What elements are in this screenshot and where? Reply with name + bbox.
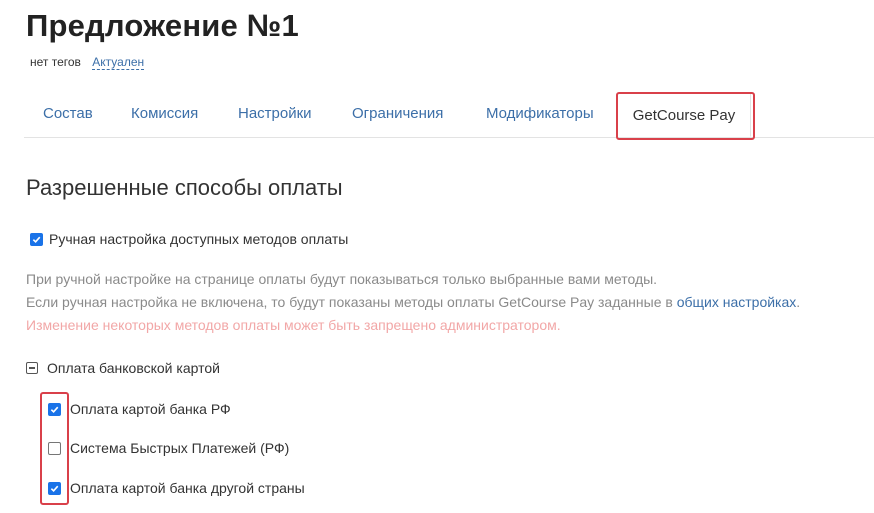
- help-line-2-end: .: [796, 294, 801, 310]
- manual-setup-label: Ручная настройка доступных методов оплат…: [49, 231, 349, 247]
- page-title: Предложение №1: [26, 8, 299, 43]
- manual-setup-row[interactable]: Ручная настройка доступных методов оплат…: [30, 231, 348, 247]
- checkmark-icon: [32, 236, 41, 243]
- tab-settings[interactable]: Настройки: [238, 105, 312, 122]
- checkmark-icon: [50, 406, 59, 413]
- method-checkbox-sbp[interactable]: [48, 441, 61, 455]
- tab-composition[interactable]: Состав: [43, 105, 93, 122]
- no-tags-label: нет тегов: [30, 55, 81, 69]
- method-row-rf-card[interactable]: Оплата картой банка РФ: [48, 401, 231, 417]
- bank-card-group-header[interactable]: Оплата банковской картой: [26, 360, 220, 376]
- help-text: При ручной настройке на странице оплаты …: [26, 268, 800, 337]
- method-row-sbp[interactable]: Система Быстрых Платежей (РФ): [48, 440, 289, 456]
- method-label-foreign-card: Оплата картой банка другой страны: [70, 480, 305, 496]
- help-line-2-text: Если ручная настройка не включена, то бу…: [26, 294, 677, 310]
- help-line-2: Если ручная настройка не включена, то бу…: [26, 291, 800, 314]
- method-checkbox-foreign-card[interactable]: [48, 481, 61, 495]
- manual-setup-checkbox[interactable]: [30, 232, 43, 246]
- checkmark-icon: [50, 485, 59, 492]
- tab-modifiers[interactable]: Модификаторы: [486, 105, 594, 122]
- method-checkbox-rf-card[interactable]: [48, 402, 61, 416]
- tab-bar: Состав Комиссия Настройки Ограничения Мо…: [24, 93, 874, 138]
- bank-card-group-label: Оплата банковской картой: [47, 360, 220, 376]
- method-label-sbp: Система Быстрых Платежей (РФ): [70, 440, 290, 456]
- tab-restrictions[interactable]: Ограничения: [352, 105, 443, 122]
- tab-getcourse-pay[interactable]: GetCourse Pay: [617, 93, 751, 137]
- status-link[interactable]: Актуален: [92, 55, 145, 70]
- general-settings-link[interactable]: общих настройках: [677, 294, 797, 310]
- method-label-rf-card: Оплата картой банка РФ: [70, 401, 231, 417]
- tags-row: нет тегов Актуален: [30, 55, 145, 70]
- help-line-1: При ручной настройке на странице оплаты …: [26, 271, 658, 287]
- tab-commission[interactable]: Комиссия: [131, 105, 198, 122]
- admin-warning: Изменение некоторых методов оплаты может…: [26, 317, 561, 333]
- method-row-foreign-card[interactable]: Оплата картой банка другой страны: [48, 480, 305, 496]
- section-title: Разрешенные способы оплаты: [26, 175, 343, 200]
- collapse-minus-icon[interactable]: [26, 362, 38, 374]
